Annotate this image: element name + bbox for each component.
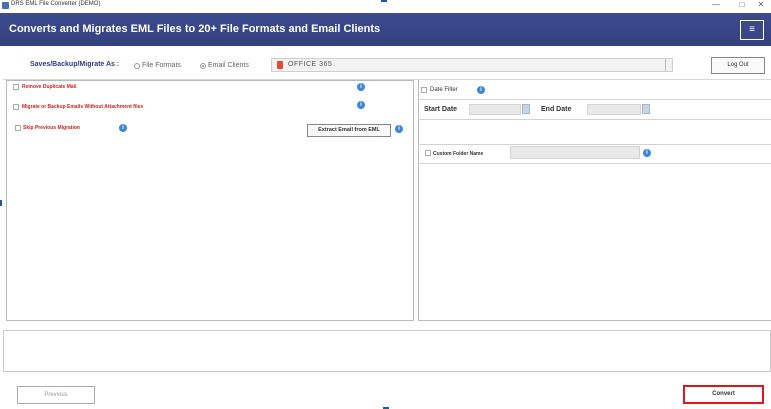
office365-icon bbox=[277, 61, 283, 69]
start-date-input[interactable] bbox=[469, 104, 521, 115]
close-icon[interactable]: ✕ bbox=[750, 0, 771, 10]
select-separator bbox=[665, 59, 666, 71]
date-filter-checkbox[interactable] bbox=[421, 87, 427, 93]
skip-previous-checkbox[interactable] bbox=[15, 125, 21, 131]
end-date-input[interactable] bbox=[587, 104, 641, 115]
custom-folder-top-divider bbox=[418, 144, 771, 145]
minimize-icon[interactable]: — bbox=[705, 0, 727, 10]
end-date-label: End Date bbox=[541, 106, 572, 113]
custom-folder-info-icon[interactable]: i bbox=[643, 149, 651, 157]
menu-button[interactable]: ≡ bbox=[740, 20, 764, 40]
migrate-without-attachment-checkbox[interactable] bbox=[13, 104, 19, 110]
custom-folder-bottom-divider bbox=[418, 163, 771, 164]
migrate-without-attachment-info-icon[interactable]: i bbox=[357, 101, 365, 109]
radio-file-formats[interactable] bbox=[134, 63, 140, 69]
custom-folder-label[interactable]: Custom Folder Name bbox=[433, 151, 483, 157]
radio-file-formats-label[interactable]: File Formats bbox=[142, 62, 181, 69]
logout-button[interactable]: Log Out bbox=[711, 57, 765, 74]
remove-duplicate-checkbox[interactable] bbox=[13, 84, 19, 90]
date-filter-label[interactable]: Date Filter bbox=[430, 87, 458, 93]
custom-folder-input[interactable] bbox=[510, 146, 640, 159]
custom-folder-checkbox[interactable] bbox=[425, 150, 431, 156]
options-panel bbox=[6, 80, 414, 321]
header-title: Converts and Migrates EML Files to 20+ F… bbox=[9, 23, 381, 35]
remove-duplicate-label[interactable]: Remove Duplicate Mail bbox=[22, 84, 76, 90]
remove-duplicate-info-icon[interactable]: i bbox=[357, 83, 365, 91]
extract-email-info-icon[interactable]: i bbox=[395, 125, 403, 133]
hamburger-icon: ≡ bbox=[749, 24, 755, 35]
extract-email-button[interactable]: Extract Email from EML bbox=[307, 124, 391, 137]
convert-button[interactable]: Convert bbox=[683, 385, 764, 404]
window-title: DRS EML File Converter (DEMO) bbox=[11, 1, 101, 7]
destination-select[interactable]: OFFICE 365 bbox=[271, 58, 673, 72]
save-as-label: Saves/Backup/Migrate As : bbox=[30, 61, 120, 68]
log-area bbox=[3, 330, 771, 372]
skip-previous-info-icon[interactable]: i bbox=[119, 124, 127, 132]
radio-email-clients[interactable] bbox=[200, 63, 206, 69]
date-filter-info-icon[interactable]: i bbox=[477, 86, 485, 94]
date-range-divider bbox=[418, 119, 771, 120]
date-filter-divider bbox=[418, 99, 771, 100]
filters-panel bbox=[418, 80, 771, 321]
skip-previous-label[interactable]: Skip Previous Migration bbox=[23, 125, 80, 131]
window-edge-mark-left bbox=[0, 200, 2, 206]
previous-button[interactable]: Previous bbox=[17, 386, 95, 404]
radio-email-clients-label[interactable]: Email Clients bbox=[208, 62, 249, 69]
destination-value: OFFICE 365 bbox=[288, 61, 333, 68]
header-banner: Converts and Migrates EML Files to 20+ F… bbox=[0, 13, 771, 46]
window-edge-mark bbox=[381, 0, 387, 2]
start-date-label: Start Date bbox=[424, 106, 458, 113]
app-icon bbox=[2, 2, 9, 9]
end-date-calendar-icon[interactable] bbox=[642, 104, 650, 114]
start-date-calendar-icon[interactable] bbox=[522, 104, 530, 114]
migrate-without-attachment-label[interactable]: Migrate or Backup Emails Without Attachm… bbox=[22, 104, 143, 110]
